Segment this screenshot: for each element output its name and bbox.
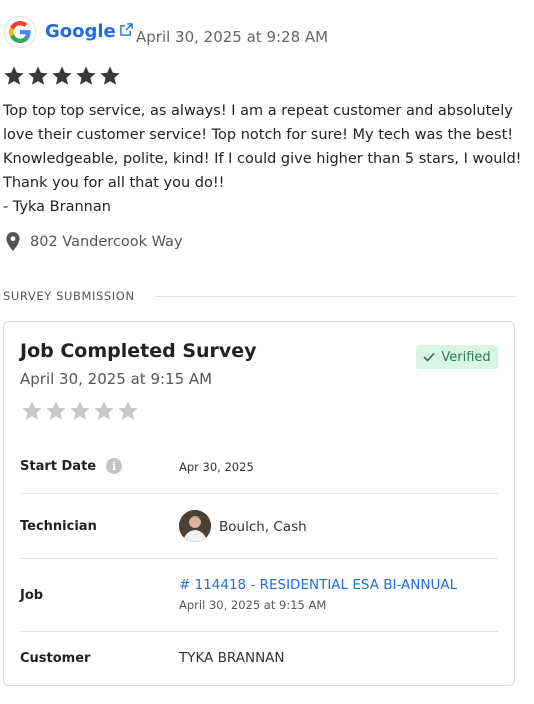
survey-star-rating <box>21 400 141 422</box>
review-star-rating <box>3 65 123 87</box>
customer-name: TYKA BRANNAN <box>179 650 285 666</box>
job-date: April 30, 2025 at 9:15 AM <box>179 598 327 612</box>
source-name[interactable]: Google <box>45 21 116 42</box>
job-details: # 114418 - RESIDENTIAL ESA BI-ANNUAL Apr… <box>179 577 457 612</box>
verified-badge: Verified <box>416 345 498 369</box>
external-link-icon[interactable] <box>120 23 133 36</box>
row-divider <box>20 558 498 559</box>
star-icon <box>46 401 66 420</box>
avatar-image <box>179 510 211 542</box>
section-divider <box>155 296 515 297</box>
location-address: 802 Vandercook Way <box>30 233 183 250</box>
row-job: Job # 114418 - RESIDENTIAL ESA BI-ANNUAL… <box>20 577 498 617</box>
star-icon <box>118 401 138 420</box>
row-technician: Technician Boulch, Cash <box>20 510 498 544</box>
technician-label: Technician <box>20 519 97 534</box>
map-pin-icon <box>6 232 20 251</box>
star-icon <box>94 401 114 420</box>
technician-avatar <box>179 510 211 542</box>
survey-date: April 30, 2025 at 9:15 AM <box>20 370 213 388</box>
start-date-value: Apr 30, 2025 <box>179 460 254 474</box>
technician-name: Boulch, Cash <box>219 519 307 535</box>
job-link[interactable]: # 114418 - RESIDENTIAL ESA BI-ANNUAL <box>179 577 457 593</box>
star-icon <box>100 66 120 85</box>
google-logo <box>4 16 36 48</box>
star-icon <box>28 66 48 85</box>
star-icon <box>70 401 90 420</box>
start-date-label: Start Date i <box>20 458 123 474</box>
star-icon <box>22 401 42 420</box>
google-source-link[interactable]: Google <box>45 21 133 42</box>
start-date-label-text: Start Date <box>20 458 97 474</box>
section-title: SURVEY SUBMISSION <box>3 289 135 303</box>
row-divider <box>20 631 498 632</box>
review-text: Top top top service, as always! I am a r… <box>3 103 522 191</box>
review-date: April 30, 2025 at 9:28 AM <box>136 28 329 46</box>
review-location: 802 Vandercook Way <box>6 232 183 251</box>
star-icon <box>4 66 24 85</box>
star-icon <box>52 66 72 85</box>
verified-label: Verified <box>441 349 491 365</box>
job-label: Job <box>20 588 44 603</box>
review-signature: - Tyka Brannan <box>3 199 111 215</box>
survey-title: Job Completed Survey <box>20 340 257 362</box>
star-icon <box>76 66 96 85</box>
info-icon[interactable]: i <box>106 458 123 474</box>
customer-label: Customer <box>20 651 91 666</box>
google-g-icon <box>9 21 31 43</box>
survey-card: Job Completed Survey April 30, 2025 at 9… <box>3 321 515 686</box>
row-divider <box>20 493 498 494</box>
check-icon <box>423 352 435 362</box>
